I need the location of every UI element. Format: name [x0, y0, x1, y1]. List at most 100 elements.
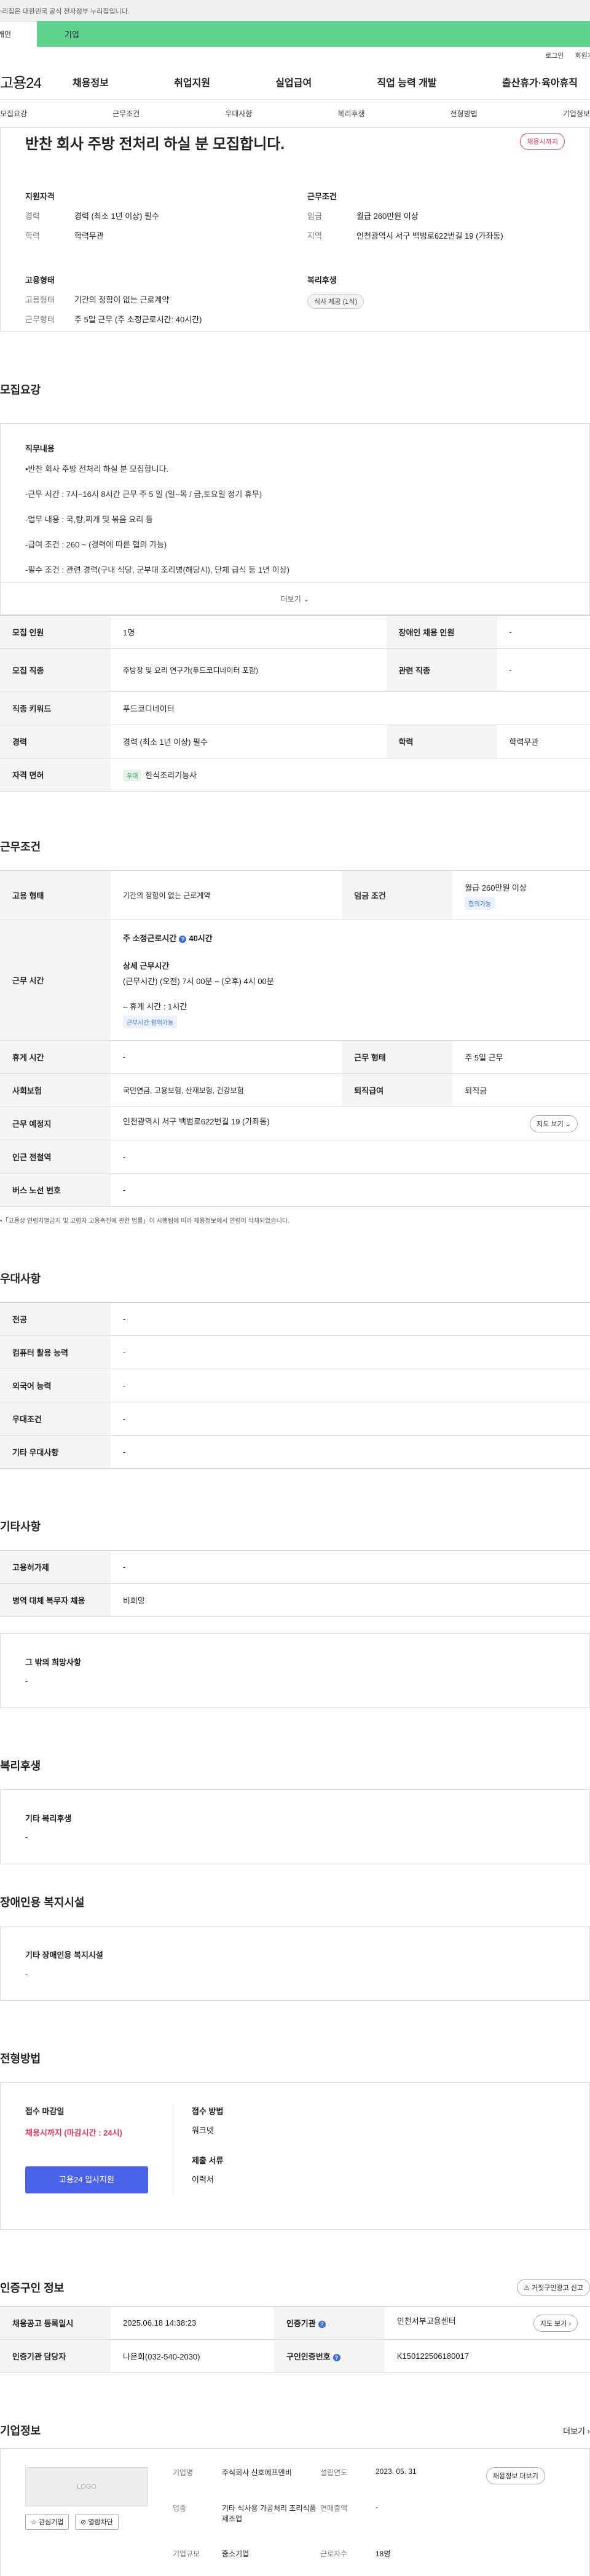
map-button[interactable]: 지도 보기 ⌄ [530, 1115, 578, 1132]
cert-section: 인증구인 정보 ⚠ 거짓구인광고 신고 채용공고 등록일시 2025.06.18… [0, 2279, 590, 2373]
recruit-heading: 모집요강 [0, 384, 41, 396]
tab-conditions[interactable]: 근무조건 [112, 108, 140, 119]
etc-table: 고용허가제 - 병역 대체 복무자 채용 비희망 [0, 1550, 590, 1617]
other-wishes-box: 그 밖의 희망사항 - [0, 1633, 590, 1708]
weekly-hours-label: 주 소정근로시간 [123, 934, 177, 943]
fav-company-button[interactable]: ☆ 관심기업 [25, 2514, 69, 2530]
cell-label: 전공 [0, 1302, 111, 1336]
label: 지역 [307, 231, 322, 241]
employment-block: 고용형태 고용형태 기간의 정함이 없는 근로계약 근무형태 주 5일 근무 (주 … [25, 274, 283, 333]
cell-label: 휴게 시간 [0, 1040, 111, 1074]
disabled-facility-value: - [25, 1969, 28, 1978]
preferred-table: 전공 - 컴퓨터 활용 능력 - 외국어 능력 - 우대조건 - 기타 우대사항 - [0, 1302, 590, 1469]
info-icon[interactable]: ? [332, 2353, 340, 2361]
site-logo[interactable]: 고용24 [0, 71, 73, 92]
agency-map-button[interactable]: 지도 보기 › [533, 2314, 578, 2332]
value: 2023. 05. 31 [376, 2467, 417, 2476]
cell-label: 버스 노선 번호 [0, 1173, 111, 1207]
value: 학력무관 [74, 231, 104, 241]
company-logo: LOGO [25, 2467, 148, 2506]
signup-link[interactable]: 회원가입 [575, 50, 590, 60]
cell-value: 주 소정근로시간? 40시간 상세 근무시간 (근무시간) (오전) 7시 00분… [111, 920, 590, 1041]
method-label: 접수 방법 [192, 2107, 224, 2116]
report-button-label: 거짓구인광고 신고 [531, 2284, 583, 2292]
table-row: 사회보험 국민연금, 고용보험, 산재보험, 건강보험 퇴직급여 퇴직금 [0, 1073, 590, 1107]
cell-label: 인증기관 담당자 [0, 2339, 111, 2373]
tab-company[interactable]: 기업 [37, 21, 590, 47]
detail-hours-value: (근무시간) (오전) 7시 00분 ~ (오후) 4시 00분 [123, 977, 274, 986]
license-value: 한식조리기능사 [145, 770, 197, 780]
cell-label: 인근 전철역 [0, 1140, 111, 1174]
cell-value: - [111, 1369, 590, 1402]
value: 인천광역시 서구 백범로622번길 19 (가좌동) [356, 231, 503, 241]
certno-label: 구인인증번호 [286, 2352, 331, 2361]
hours-negotiable-tag: 근무시간 협의가능 [123, 1016, 178, 1028]
gnb-vocational-training[interactable]: 직업 능력 개발 [377, 74, 436, 89]
requirements-heading: 지원자격 [25, 192, 55, 201]
cell-value: K150122506180017 [384, 2339, 590, 2373]
table-row: 모집 직종 주방장 및 요리 연구가(푸드코디네이터 포함) 관련 직종 - [0, 648, 590, 692]
welfare-label: 기타 복리후생 [25, 1814, 72, 1823]
recruit-section: 모집요강 직무내용 •반찬 회사 주방 전처리 하실 분 모집합니다. -근무 … [0, 381, 590, 792]
cell-value: 주방장 및 요리 연구가(푸드코디네이터 포함) [111, 648, 387, 692]
gnb-jobs[interactable]: 채용정보 [73, 74, 109, 89]
welfare-heading: 복리후생 [0, 1760, 41, 1772]
cell-value: - [111, 1140, 590, 1174]
value: 18명 [376, 2550, 391, 2559]
info-icon[interactable]: ? [318, 2320, 326, 2328]
cell-label: 기타 우대사항 [0, 1435, 111, 1469]
tab-recruit[interactable]: 모집요강 [0, 108, 27, 119]
cell-label: 관련 직종 [386, 648, 497, 692]
block-button[interactable]: ⊘ 열람차단 [75, 2514, 119, 2530]
gnb-employment-support[interactable]: 취업지원 [174, 74, 210, 89]
selection-heading: 전형방법 [0, 2053, 41, 2065]
job-info-button[interactable]: 채용정보 더보기 [486, 2467, 545, 2484]
job-detail-label: 직무내용 [25, 444, 55, 453]
value: 기간의 정함이 없는 근로계약 [74, 295, 170, 304]
summary-card: 반찬 회사 주방 전처리 하실 분 모집합니다. 채용시까지 지원자격 경력 경력… [0, 128, 590, 332]
cell-label: 구인인증번호? [273, 2339, 385, 2373]
chevron-down-icon: ⌄ [303, 594, 310, 603]
detail-hours-title: 상세 근무시간 [123, 961, 170, 971]
cell-value: 인천광역시 서구 백범로622번길 19 (가좌동) 지도 보기 ⌄ [111, 1107, 590, 1140]
cell-label: 근무 시간 [0, 920, 111, 1041]
job-detail-line: -근무 시간 : 7시~16시 8시간 근무 주 5 일 (일~목 / 금,토요… [25, 490, 262, 499]
apply-button[interactable]: 고용24 입사지원 [25, 2166, 148, 2193]
other-wishes-label: 그 밖의 희망사항 [25, 1658, 81, 1667]
weekly-hours-value: 40시간 [189, 934, 213, 943]
cell-label: 학력 [386, 725, 497, 758]
cell-label: 병역 대체 복무자 채용 [0, 1583, 111, 1617]
table-row: 전공 - [0, 1302, 590, 1336]
info-icon[interactable]: ? [179, 935, 187, 943]
cell-label: 임금 조건 [342, 870, 453, 920]
value: 주식회사 신호에프엔비 [222, 2468, 292, 2477]
value: 월급 260만원 이상 [356, 212, 419, 221]
report-button[interactable]: ⚠ 거짓구인광고 신고 [517, 2279, 590, 2296]
global-nav: 채용정보 취업지원 실업급여 직업 능력 개발 출산휴가·육아휴직 [73, 74, 590, 89]
docs-value: 이력서 [192, 2175, 214, 2184]
chevron-right-icon: › [587, 2426, 590, 2436]
more-button[interactable]: 더보기 ⌄ [1, 582, 589, 614]
etc-heading: 기타사항 [0, 1521, 41, 1533]
preferred-badge: 우대 [123, 769, 142, 781]
cell-value: - [111, 1550, 590, 1584]
recruit-table: 모집 인원 1명 장애인 채용 인원 - 모집 직종 주방장 및 요리 연구가(… [0, 615, 590, 792]
tab-selection[interactable]: 전형방법 [450, 108, 478, 119]
value: 경력 (최소 1년 이상) 필수 [74, 212, 159, 221]
gov-banner-text: 이 누리집은 대한민국 공식 전자정부 누리집입니다. [0, 8, 130, 15]
block-icon: ⊘ [81, 2519, 87, 2526]
gnb-parental-leave[interactable]: 출산휴가·육아휴직 [502, 74, 578, 89]
main-header: 고용24 채용정보 취업지원 실업급여 직업 능력 개발 출산휴가·육아휴직 [0, 64, 590, 100]
login-link[interactable]: 로그인 [545, 50, 564, 60]
table-row: 모집 인원 1명 장애인 채용 인원 - [0, 615, 590, 649]
tab-preferred[interactable]: 우대사항 [225, 108, 252, 119]
cell-label: 인증기관? [273, 2306, 385, 2340]
tab-welfare[interactable]: 복리후생 [337, 108, 364, 119]
tab-company[interactable]: 기업정보 [563, 108, 590, 119]
more-label: 더보기 [280, 595, 301, 603]
company-more-link[interactable]: 더보기 › [563, 2425, 590, 2436]
gnb-unemployment-benefit[interactable]: 실업급여 [275, 74, 312, 89]
tab-person-label: 개인 [0, 30, 12, 39]
tab-person[interactable]: 개인 [0, 21, 37, 47]
service-tabs: 개인 기업 [0, 21, 590, 47]
